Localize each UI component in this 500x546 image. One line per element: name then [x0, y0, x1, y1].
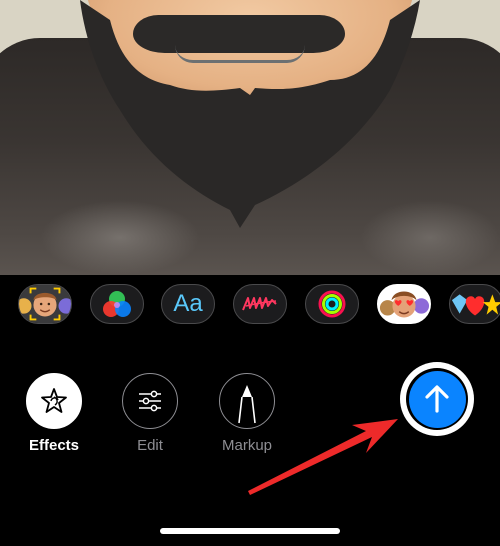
star-effects-icon — [41, 388, 67, 413]
activity-effect-button[interactable] — [305, 284, 359, 324]
emoji-stickers-effect-button[interactable] — [449, 284, 500, 324]
pen-markup-icon — [238, 385, 256, 424]
arrow-up-icon — [425, 385, 449, 413]
send-button-core — [408, 370, 466, 428]
edit-label: Edit — [137, 437, 163, 454]
markup-label: Markup — [221, 437, 273, 454]
home-indicator[interactable] — [160, 528, 340, 534]
text-effect-button[interactable]: Aa — [161, 284, 215, 324]
shapes-effect-button[interactable] — [233, 284, 287, 324]
send-button[interactable] — [400, 362, 474, 436]
memoji-stickers-effect-button[interactable] — [377, 284, 431, 324]
activity-rings-icon — [318, 290, 346, 318]
effects-strip: Aa — [0, 284, 500, 328]
color-filters-icon — [103, 291, 131, 317]
memoji-mouth — [175, 45, 305, 63]
send-button-ring — [406, 368, 468, 430]
camera-preview — [0, 0, 500, 275]
text-icon: Aa — [173, 290, 203, 317]
sliders-icon — [139, 390, 161, 412]
memoji-stickers-icon — [379, 291, 430, 318]
edit-button[interactable]: Edit — [120, 373, 180, 454]
markup-button[interactable]: Markup — [217, 373, 277, 454]
memoji-effect-button[interactable] — [18, 284, 72, 324]
markup-button-circle — [219, 373, 275, 429]
scribble-shapes-icon — [242, 297, 277, 311]
effects-button[interactable]: Effects — [24, 373, 84, 454]
emoji-stickers-icon — [451, 294, 500, 316]
effects-button-circle — [26, 373, 82, 429]
memoji-face-icon — [19, 285, 71, 323]
edit-button-circle — [122, 373, 178, 429]
effects-label: Effects — [28, 437, 80, 454]
filters-effect-button[interactable] — [90, 284, 144, 324]
